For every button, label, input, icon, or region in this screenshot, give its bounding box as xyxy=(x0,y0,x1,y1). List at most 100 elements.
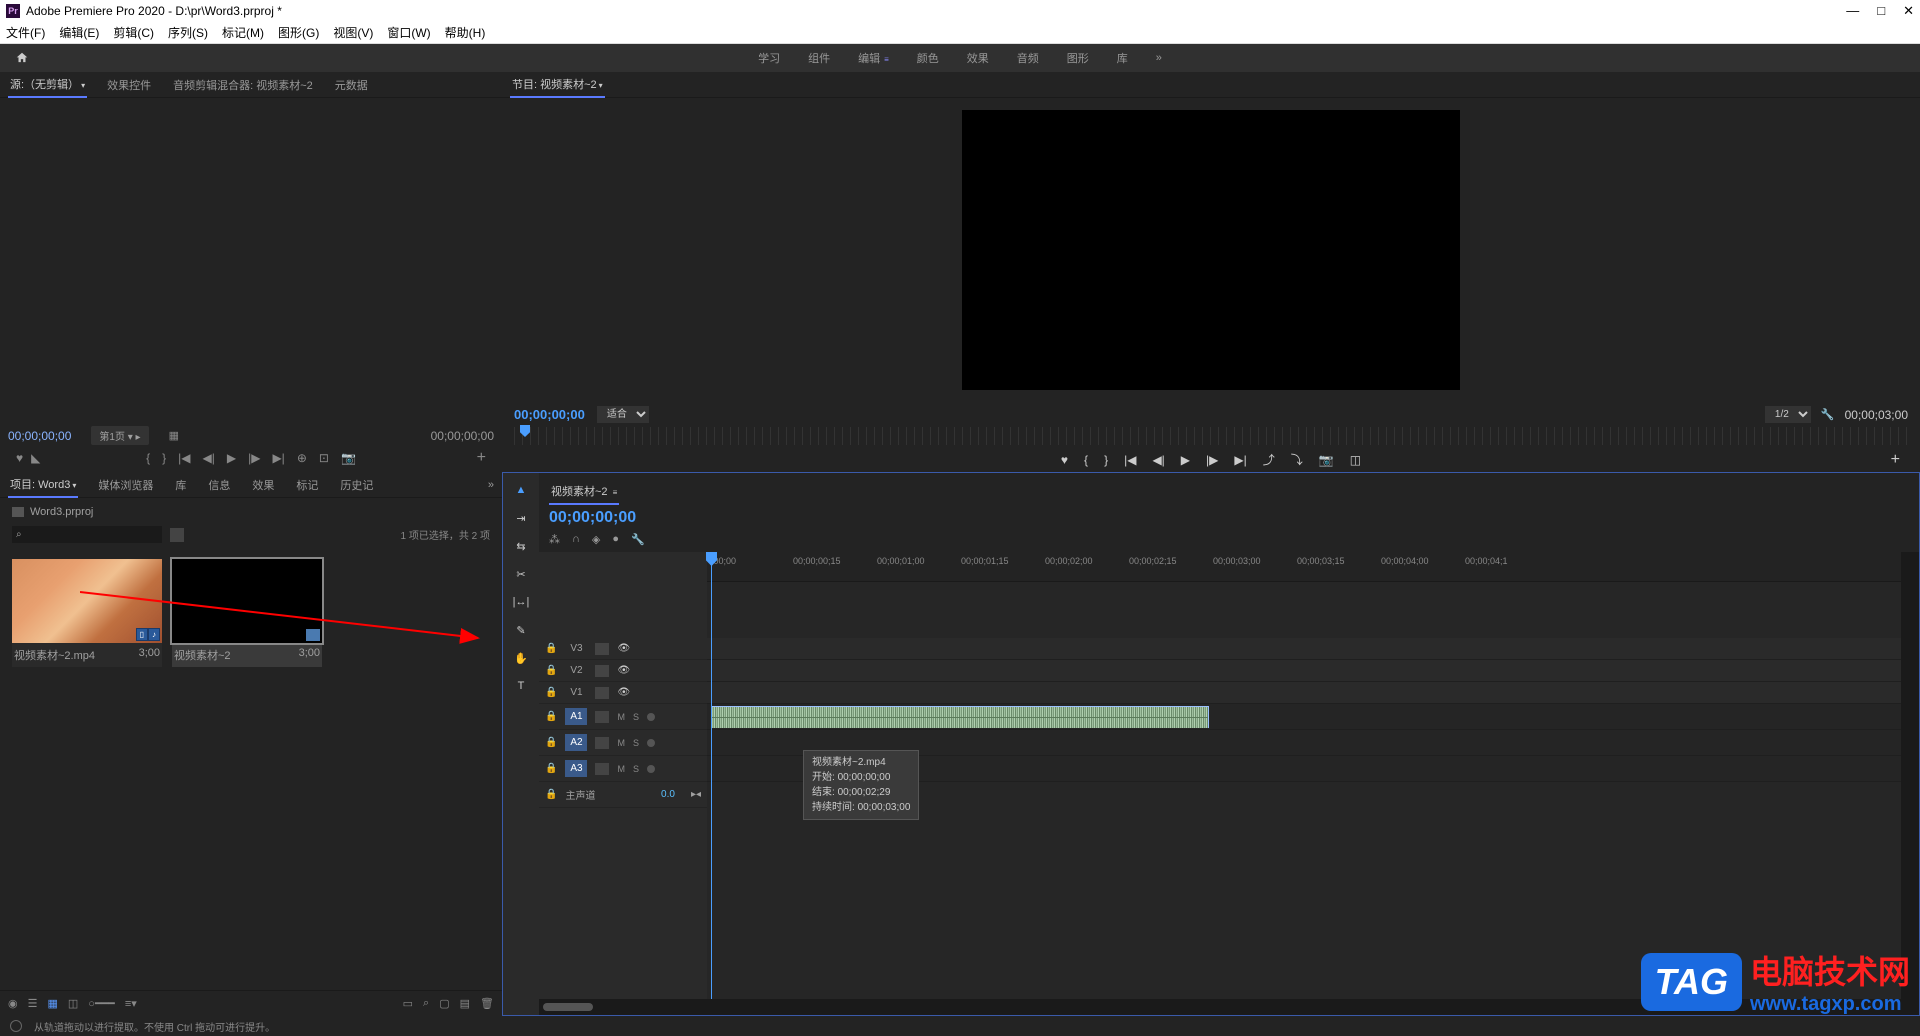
tab-library[interactable]: 库 xyxy=(173,473,188,497)
tab-source[interactable]: 源:（无剪辑）▾ xyxy=(8,72,87,98)
program-playhead[interactable] xyxy=(520,425,530,437)
linked-sel-icon[interactable]: ∩ xyxy=(572,533,580,546)
step-back-icon[interactable]: ◀| xyxy=(1152,453,1164,467)
track-v1[interactable] xyxy=(707,682,1901,704)
find-icon[interactable]: ⌕ xyxy=(423,997,429,1010)
expand-icon[interactable]: ▸◂ xyxy=(691,789,701,800)
grid-icon[interactable]: ▦ xyxy=(169,429,179,442)
list-view-icon[interactable]: ☰ xyxy=(28,997,38,1010)
fit-select[interactable]: 适合 xyxy=(597,406,649,423)
program-ruler[interactable] xyxy=(514,427,1908,445)
panel-more-icon[interactable]: » xyxy=(488,479,494,491)
track-header-master[interactable]: 🔒主声道0.0▸◂ xyxy=(539,782,707,808)
lock-icon[interactable]: 🔒 xyxy=(545,665,557,676)
sort-icon[interactable]: ≡▾ xyxy=(125,997,137,1010)
toggle-output-icon[interactable] xyxy=(595,643,609,655)
mute-button[interactable]: M xyxy=(617,738,625,748)
tab-history[interactable]: 历史记 xyxy=(338,473,375,497)
mark-in-icon[interactable]: { xyxy=(146,451,150,465)
lift-icon[interactable]: ⤴ xyxy=(1263,451,1275,468)
menu-sequence[interactable]: 序列(S) xyxy=(168,24,208,41)
wrench-icon[interactable]: 🔧 xyxy=(631,533,645,546)
snap-icon[interactable]: ⁂ xyxy=(549,533,560,546)
step-back-icon[interactable]: ◀| xyxy=(203,451,215,465)
add-button-icon[interactable]: + xyxy=(1891,451,1900,469)
tab-media-browser[interactable]: 媒体浏览器 xyxy=(96,473,155,497)
record-icon[interactable] xyxy=(647,739,655,747)
step-fwd-icon[interactable]: |▶ xyxy=(1206,453,1218,467)
mute-button[interactable]: M xyxy=(617,712,625,722)
mark-out-icon[interactable]: } xyxy=(1104,453,1108,467)
solo-button[interactable]: S xyxy=(633,712,639,722)
lock-icon[interactable]: 🔒 xyxy=(545,687,557,698)
icon-view-icon[interactable]: ▦ xyxy=(47,997,57,1010)
play-icon[interactable]: ▶ xyxy=(1181,453,1190,467)
close-button[interactable]: ✕ xyxy=(1903,3,1914,19)
menu-clip[interactable]: 剪辑(C) xyxy=(113,24,154,41)
toggle-output-icon[interactable] xyxy=(595,665,609,677)
in-point-icon[interactable]: ◣ xyxy=(31,451,40,465)
track-header-a2[interactable]: 🔒A2MS xyxy=(539,730,707,756)
writable-icon[interactable]: ◉ xyxy=(8,997,18,1010)
eye-icon[interactable]: 👁 xyxy=(617,643,630,654)
slip-tool-icon[interactable]: |↔| xyxy=(512,593,530,611)
insert-icon[interactable]: ⊕ xyxy=(297,451,307,465)
menu-edit[interactable]: 编辑(E) xyxy=(59,24,99,41)
workspace-audio[interactable]: 音频 xyxy=(1017,50,1039,66)
tab-effects[interactable]: 效果 xyxy=(250,473,276,497)
marker-add-icon[interactable]: ◈ xyxy=(592,533,600,546)
workspace-effects[interactable]: 效果 xyxy=(967,50,989,66)
auto-seq-icon[interactable]: ▭ xyxy=(403,997,413,1010)
audio-clip[interactable] xyxy=(711,706,1209,728)
tab-audio-mixer[interactable]: 音频剪辑混合器: 视频素材~2 xyxy=(171,73,315,97)
marker-icon[interactable]: ♥ xyxy=(16,451,23,465)
record-icon[interactable] xyxy=(647,765,655,773)
quality-select[interactable]: 1/2 xyxy=(1765,406,1811,423)
go-in-icon[interactable]: |◀ xyxy=(178,451,190,465)
filter-icon[interactable] xyxy=(170,528,184,542)
mute-button[interactable]: M xyxy=(617,764,625,774)
program-tc-right[interactable]: 00;00;03;00 xyxy=(1845,408,1908,422)
menu-marker[interactable]: 标记(M) xyxy=(222,24,264,41)
tab-metadata[interactable]: 元数据 xyxy=(333,73,370,97)
marker-icon[interactable]: ♥ xyxy=(1061,453,1068,467)
tab-markers[interactable]: 标记 xyxy=(294,473,320,497)
source-tc-left[interactable]: 00;00;00;00 xyxy=(8,429,71,443)
go-out-icon[interactable]: ▶| xyxy=(272,451,284,465)
menu-window[interactable]: 窗口(W) xyxy=(387,24,430,41)
tab-program[interactable]: 节目: 视频素材~2▾ xyxy=(510,72,605,98)
tab-effect-controls[interactable]: 效果控件 xyxy=(105,73,153,97)
project-breadcrumb[interactable]: Word3.prproj xyxy=(12,502,490,522)
minimize-button[interactable]: — xyxy=(1846,3,1859,19)
toggle-output-icon[interactable] xyxy=(595,737,609,749)
workspace-graphics[interactable]: 图形 xyxy=(1067,50,1089,66)
track-v3[interactable] xyxy=(707,638,1901,660)
selection-tool-icon[interactable]: ▲ xyxy=(512,481,530,499)
zoom-slider[interactable]: ○━━━ xyxy=(88,997,115,1010)
settings-icon[interactable]: ● xyxy=(612,533,619,546)
toggle-output-icon[interactable] xyxy=(595,763,609,775)
eye-icon[interactable]: 👁 xyxy=(617,687,630,698)
program-viewer[interactable] xyxy=(502,98,1920,402)
menu-graphics[interactable]: 图形(G) xyxy=(278,24,319,41)
lock-icon[interactable]: 🔒 xyxy=(545,763,557,774)
ripple-tool-icon[interactable]: ⇆ xyxy=(512,537,530,555)
new-bin-icon[interactable]: ▢ xyxy=(439,997,449,1010)
project-item-sequence[interactable]: 视频素材~2 3;00 xyxy=(172,559,322,667)
timeline-tracks[interactable]: ;00;00 00;00;00;15 00;00;01;00 00;00;01;… xyxy=(707,552,1901,999)
go-out-icon[interactable]: ▶| xyxy=(1234,453,1246,467)
lock-icon[interactable]: 🔒 xyxy=(545,789,557,800)
track-header-v3[interactable]: 🔒V3👁 xyxy=(539,638,707,660)
toggle-output-icon[interactable] xyxy=(595,711,609,723)
project-search-input[interactable] xyxy=(12,526,162,543)
solo-button[interactable]: S xyxy=(633,738,639,748)
toggle-output-icon[interactable] xyxy=(595,687,609,699)
track-header-v1[interactable]: 🔒V1👁 xyxy=(539,682,707,704)
extract-icon[interactable]: ⤵ xyxy=(1291,451,1303,468)
maximize-button[interactable]: □ xyxy=(1877,3,1885,19)
razor-tool-icon[interactable]: ✂ xyxy=(512,565,530,583)
step-fwd-icon[interactable]: |▶ xyxy=(248,451,260,465)
wrench-icon[interactable]: 🔧 xyxy=(1821,408,1835,421)
mark-out-icon[interactable]: } xyxy=(162,451,166,465)
lock-icon[interactable]: 🔒 xyxy=(545,737,557,748)
